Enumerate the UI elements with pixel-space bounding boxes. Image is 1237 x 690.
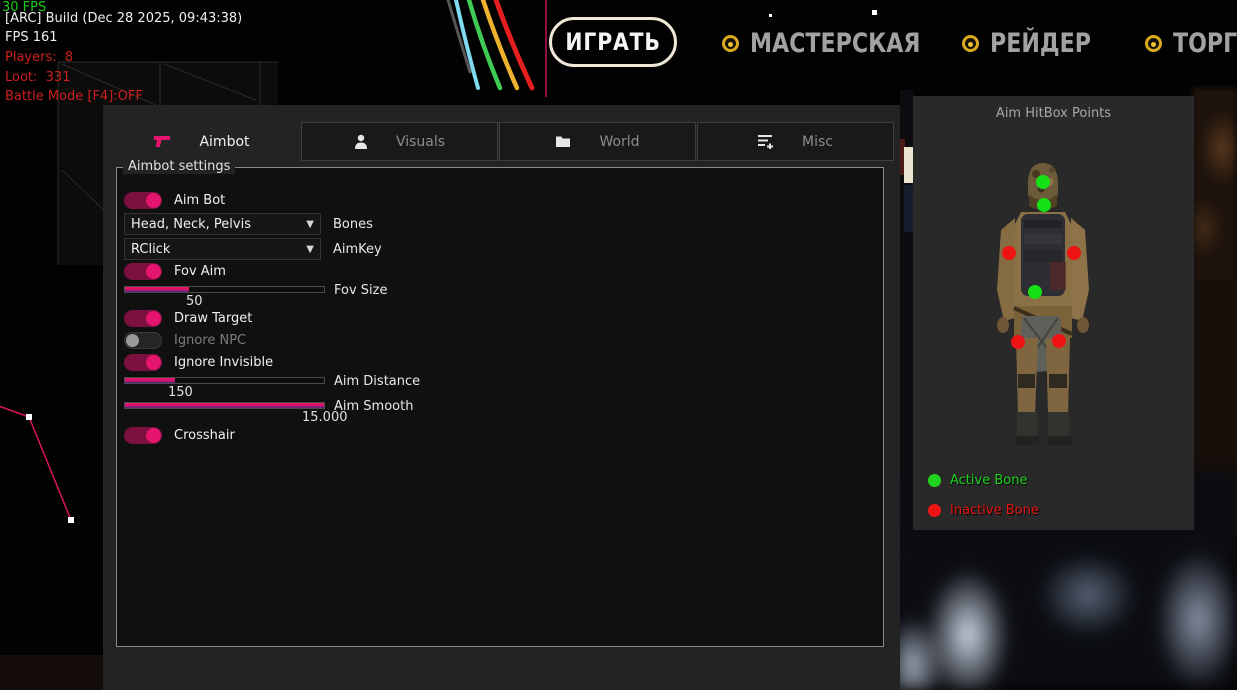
slider-fill [125, 378, 175, 383]
tab-label: Misc [802, 134, 833, 150]
chevron-down-icon: ▼ [306, 219, 314, 230]
draw-target-row: Draw Target [124, 310, 252, 327]
slider-label: Aim Distance [334, 374, 420, 389]
hitbox-point-neck[interactable] [1037, 198, 1051, 212]
game-main-menu: ИГРАТЬ МАСТЕРСКАЯ РЕЙДЕР ТОРГО [0, 0, 1237, 90]
legend-label: Inactive Bone [950, 503, 1039, 518]
group-title: Aimbot settings [123, 159, 235, 174]
tab-label: World [599, 134, 639, 150]
coin-icon [722, 35, 739, 52]
esp-line-left [0, 405, 71, 520]
menu-item-workshop[interactable]: МАСТЕРСКАЯ [722, 26, 958, 60]
hitbox-point-pelvis[interactable] [1028, 285, 1042, 299]
tab-misc[interactable]: Misc [697, 122, 894, 161]
slider-label: Aim Smooth [334, 399, 413, 414]
tab-label: Aimbot [199, 134, 249, 150]
esp-node [68, 517, 74, 523]
slider-value: 50 [186, 294, 203, 309]
toggle-label: Ignore Invisible [174, 355, 273, 370]
scene-detail [0, 655, 108, 690]
aim-smooth-row: 15.000 Aim Smooth [124, 402, 544, 409]
play-button[interactable]: ИГРАТЬ [549, 17, 677, 67]
tab-label: Visuals [396, 134, 445, 150]
inactive-bone-dot [928, 504, 941, 517]
fov-aim-row: Fov Aim [124, 263, 226, 280]
menu-item-label: МАСТЕРСКАЯ [750, 28, 920, 59]
ignore-invisible-toggle[interactable] [124, 354, 162, 371]
slider-label: Fov Size [334, 283, 387, 298]
toggle-label: Crosshair [174, 428, 235, 443]
crosshair-toggle[interactable] [124, 427, 162, 444]
bones-row: Head, Neck, Pelvis ▼ Bones [124, 213, 373, 235]
coin-icon [1145, 35, 1162, 52]
tab-aimbot[interactable]: Aimbot [103, 122, 300, 161]
person-icon [354, 134, 368, 149]
folder-icon [555, 135, 571, 148]
fov-aim-toggle[interactable] [124, 263, 162, 280]
play-button-label: ИГРАТЬ [565, 28, 660, 56]
aim-distance-row: 150 Aim Distance [124, 377, 544, 384]
dropdown-label: AimKey [333, 242, 382, 257]
crosshair-row: Crosshair [124, 427, 235, 444]
slider-value: 150 [168, 385, 193, 400]
dropdown-value: RClick [131, 242, 306, 257]
dropdown-label: Bones [333, 217, 373, 232]
battle-mode-status: Battle Mode [F4]:OFF [5, 90, 143, 103]
cheat-menu-window: Aimbot Visuals World Misc Aimbot setting… [103, 105, 900, 690]
hitbox-point-right-hand[interactable] [1011, 335, 1025, 349]
menu-item-trade[interactable]: ТОРГО [1145, 26, 1237, 60]
hitbox-preview-panel: Aim HitBox Points [913, 96, 1194, 530]
hitbox-point-head[interactable] [1036, 175, 1050, 189]
aimbot-toggle-row: Aim Bot [124, 192, 225, 209]
toggle-label: Fov Aim [174, 264, 226, 279]
toggle-label: Ignore NPC [174, 333, 246, 348]
ignore-npc-row: Ignore NPC [124, 332, 246, 349]
menu-item-raider[interactable]: РЕЙДЕР [962, 26, 1113, 60]
coin-icon [962, 35, 979, 52]
ignore-invisible-row: Ignore Invisible [124, 354, 273, 371]
hitbox-point-left-thigh[interactable] [1052, 334, 1066, 348]
legend-label: Active Bone [950, 473, 1027, 488]
draw-target-toggle[interactable] [124, 310, 162, 327]
active-bone-dot [928, 474, 941, 487]
hitbox-point-right-arm[interactable] [1002, 246, 1016, 260]
hitbox-panel-title: Aim HitBox Points [913, 106, 1194, 121]
menu-item-label: ТОРГО [1173, 28, 1237, 59]
slider-fill [125, 403, 324, 408]
legend-active-bone: Active Bone [928, 473, 1027, 488]
fov-size-slider[interactable] [124, 286, 325, 293]
slider-fill [125, 287, 189, 292]
scene-rust-texture [1192, 88, 1237, 283]
aim-smooth-slider[interactable] [124, 402, 325, 409]
bones-dropdown[interactable]: Head, Neck, Pelvis ▼ [124, 213, 321, 235]
legend-inactive-bone: Inactive Bone [928, 503, 1039, 518]
esp-node [26, 414, 32, 420]
aim-distance-slider[interactable] [124, 377, 325, 384]
hitbox-point-left-arm[interactable] [1067, 246, 1081, 260]
toggle-label: Aim Bot [174, 193, 225, 208]
tab-world[interactable]: World [499, 122, 696, 161]
toggle-label: Draw Target [174, 311, 252, 326]
aimkey-dropdown[interactable]: RClick ▼ [124, 238, 321, 260]
sliders-icon [758, 134, 774, 149]
tab-visuals[interactable]: Visuals [301, 122, 498, 161]
ignore-npc-toggle[interactable] [124, 332, 162, 349]
pistol-icon [153, 135, 171, 148]
aim-bot-toggle[interactable] [124, 192, 162, 209]
fov-size-row: 50 Fov Size [124, 286, 544, 293]
tab-bar: Aimbot Visuals World Misc [103, 122, 900, 161]
dropdown-value: Head, Neck, Pelvis [131, 217, 306, 232]
menu-item-label: РЕЙДЕР [990, 28, 1091, 59]
aimkey-row: RClick ▼ AimKey [124, 238, 382, 260]
chevron-down-icon: ▼ [306, 244, 314, 255]
aimbot-settings-group: Aimbot settings Aim Bot Head, Neck, Pelv… [116, 167, 884, 647]
